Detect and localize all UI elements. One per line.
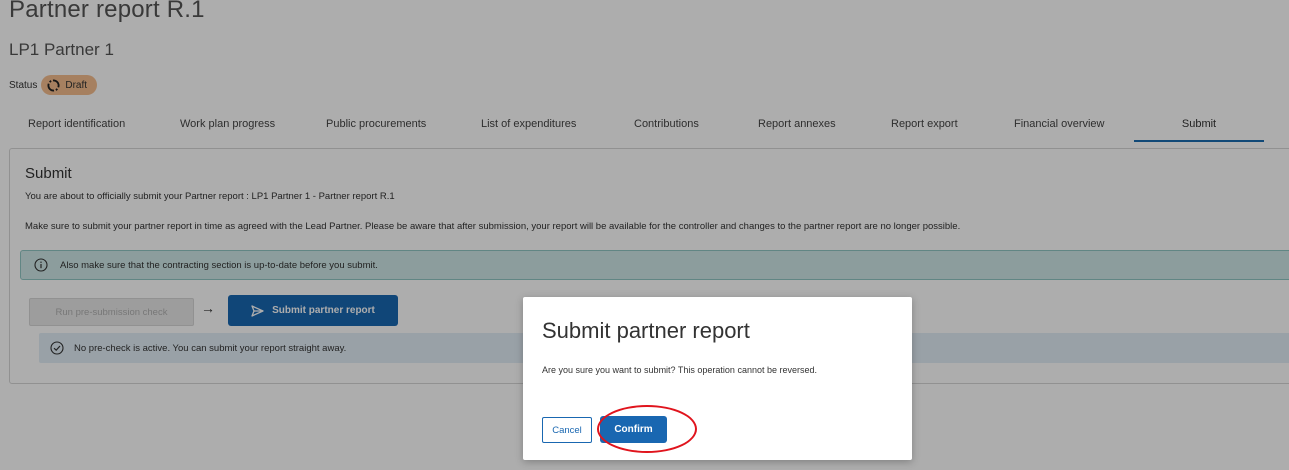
dialog-title: Submit partner report xyxy=(542,318,750,343)
submit-confirmation-dialog: Submit partner report Are you sure you w… xyxy=(523,297,912,460)
confirm-button[interactable]: Confirm xyxy=(600,416,667,443)
cancel-button[interactable]: Cancel xyxy=(542,417,592,443)
dialog-message: Are you sure you want to submit? This op… xyxy=(542,365,817,375)
